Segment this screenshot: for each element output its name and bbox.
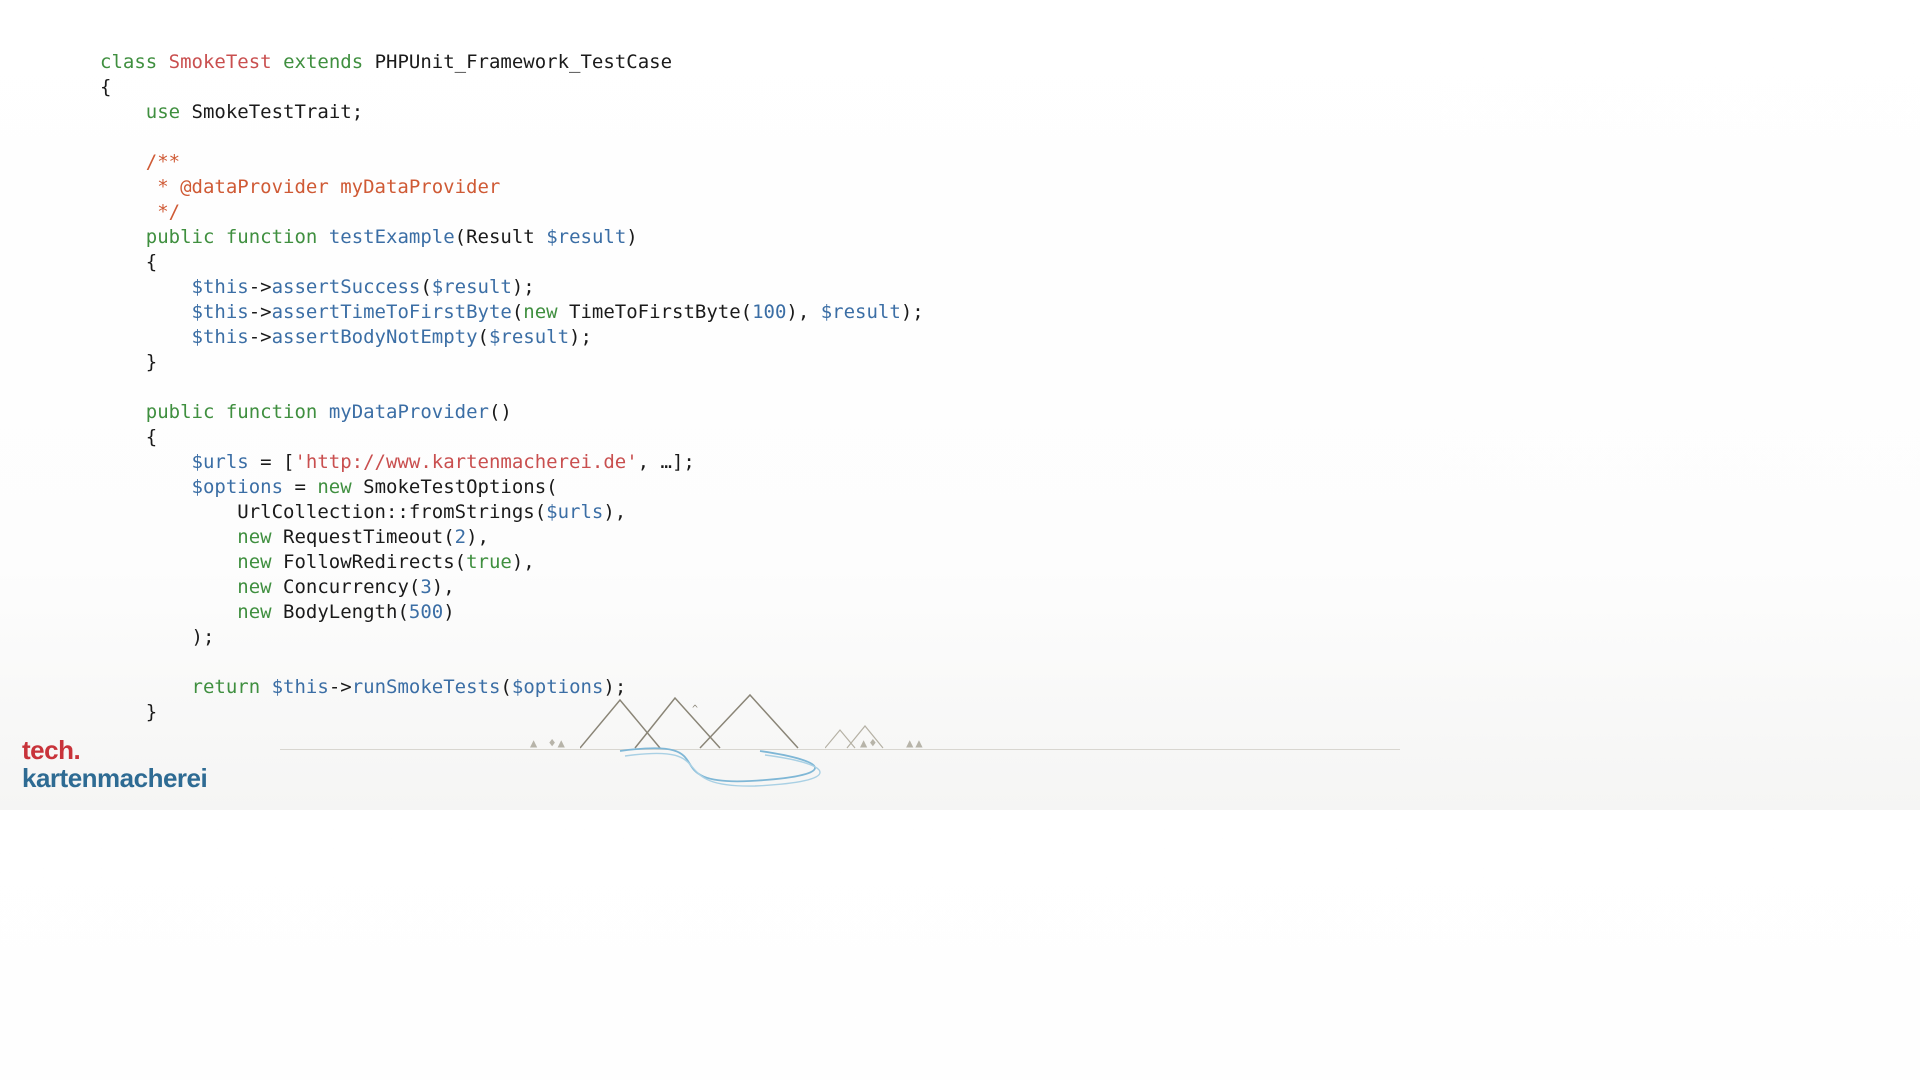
sig: (Result <box>455 226 547 248</box>
arg: $result <box>546 226 626 248</box>
kw-use: use <box>146 101 180 123</box>
trait-name: SmokeTestTrait; <box>192 101 364 123</box>
this: $this <box>192 326 249 348</box>
number: 3 <box>420 576 431 598</box>
arrow: -> <box>329 676 352 698</box>
kw-extends: extends <box>283 51 363 73</box>
sig: () <box>489 401 512 423</box>
arg: $result <box>821 301 901 323</box>
type: FollowRedirects( <box>272 551 466 573</box>
kw-function: function <box>226 226 318 248</box>
base-class: PHPUnit_Framework_TestCase <box>375 51 672 73</box>
arrow: -> <box>249 301 272 323</box>
kw-return: return <box>192 676 261 698</box>
type: BodyLength( <box>272 601 409 623</box>
kw-new: new <box>317 476 351 498</box>
fn-name: testExample <box>329 226 455 248</box>
kw-new: new <box>237 601 271 623</box>
code-block: class SmokeTest extends PHPUnit_Framewor… <box>100 50 924 725</box>
number: 2 <box>455 526 466 548</box>
method: assertTimeToFirstByte <box>272 301 512 323</box>
txt: = <box>283 476 317 498</box>
var: $urls <box>192 451 249 473</box>
kw-new: new <box>237 526 271 548</box>
txt: ), <box>786 301 820 323</box>
txt: ), <box>466 526 489 548</box>
kw-function: function <box>226 401 318 423</box>
paren: ); <box>569 326 592 348</box>
docblock: /** <box>146 151 180 173</box>
brace: { <box>100 76 111 98</box>
kw-new: new <box>523 301 557 323</box>
type: SmokeTestOptions( <box>352 476 558 498</box>
type: TimeToFirstByte( <box>558 301 752 323</box>
mountain-illustration: ^ ▲ ♦▲ ▲♦ ▲▲ <box>280 700 1400 790</box>
river-icon <box>610 746 870 796</box>
this: $this <box>272 676 329 698</box>
sig: ) <box>626 226 637 248</box>
arrow: -> <box>249 276 272 298</box>
fn-name: myDataProvider <box>329 401 489 423</box>
bool: true <box>466 551 512 573</box>
kw-public: public <box>146 226 215 248</box>
brace: { <box>146 251 157 273</box>
string: 'http://www.kartenmacherei.de' <box>294 451 637 473</box>
method: assertBodyNotEmpty <box>272 326 478 348</box>
arg: $result <box>432 276 512 298</box>
method: runSmokeTests <box>352 676 501 698</box>
this: $this <box>192 301 249 323</box>
kw-new: new <box>237 576 271 598</box>
brand-logo: tech. kartenmacherei <box>22 737 207 792</box>
paren: ( <box>500 676 511 698</box>
svg-text:^: ^ <box>692 704 698 715</box>
trees-icon: ▲ ♦▲ <box>530 736 567 750</box>
mountain-icon: ^ <box>580 690 800 750</box>
number: 500 <box>409 601 443 623</box>
txt: = [ <box>249 451 295 473</box>
txt: UrlCollection::fromStrings( <box>237 501 546 523</box>
txt: , …]; <box>638 451 695 473</box>
arrow: -> <box>249 326 272 348</box>
kw-class: class <box>100 51 157 73</box>
number: 100 <box>752 301 786 323</box>
txt: ); <box>192 626 215 648</box>
arg: $result <box>489 326 569 348</box>
class-name: SmokeTest <box>169 51 272 73</box>
paren: ); <box>901 301 924 323</box>
paren: ( <box>512 301 523 323</box>
kw-new: new <box>237 551 271 573</box>
txt: ), <box>512 551 535 573</box>
type: RequestTimeout( <box>272 526 455 548</box>
txt: ), <box>432 576 455 598</box>
this: $this <box>192 276 249 298</box>
docblock: */ <box>146 201 180 223</box>
paren: ( <box>420 276 431 298</box>
logo-line2: kartenmacherei <box>22 765 207 792</box>
var: $options <box>192 476 284 498</box>
paren: ); <box>512 276 535 298</box>
logo-line1: tech. <box>22 737 207 764</box>
arg: $urls <box>546 501 603 523</box>
kw-public: public <box>146 401 215 423</box>
brace: } <box>146 351 157 373</box>
brace: } <box>146 701 157 723</box>
paren: ( <box>478 326 489 348</box>
docblock: * @dataProvider myDataProvider <box>146 176 501 198</box>
txt: ), <box>603 501 626 523</box>
txt: ) <box>443 601 454 623</box>
method: assertSuccess <box>272 276 421 298</box>
type: Concurrency( <box>272 576 421 598</box>
brace: { <box>146 426 157 448</box>
